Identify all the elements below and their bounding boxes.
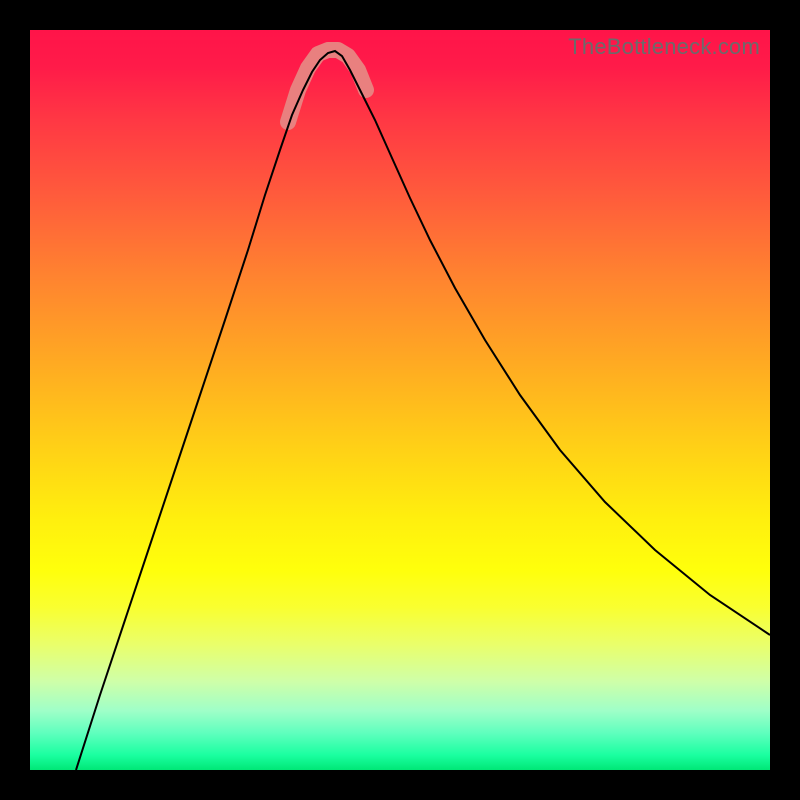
valley-highlight <box>288 50 366 122</box>
chart-frame: TheBottleneck.com <box>0 0 800 800</box>
curve-svg <box>30 30 770 770</box>
plot-area: TheBottleneck.com <box>30 30 770 770</box>
bottleneck-curve <box>76 51 770 770</box>
